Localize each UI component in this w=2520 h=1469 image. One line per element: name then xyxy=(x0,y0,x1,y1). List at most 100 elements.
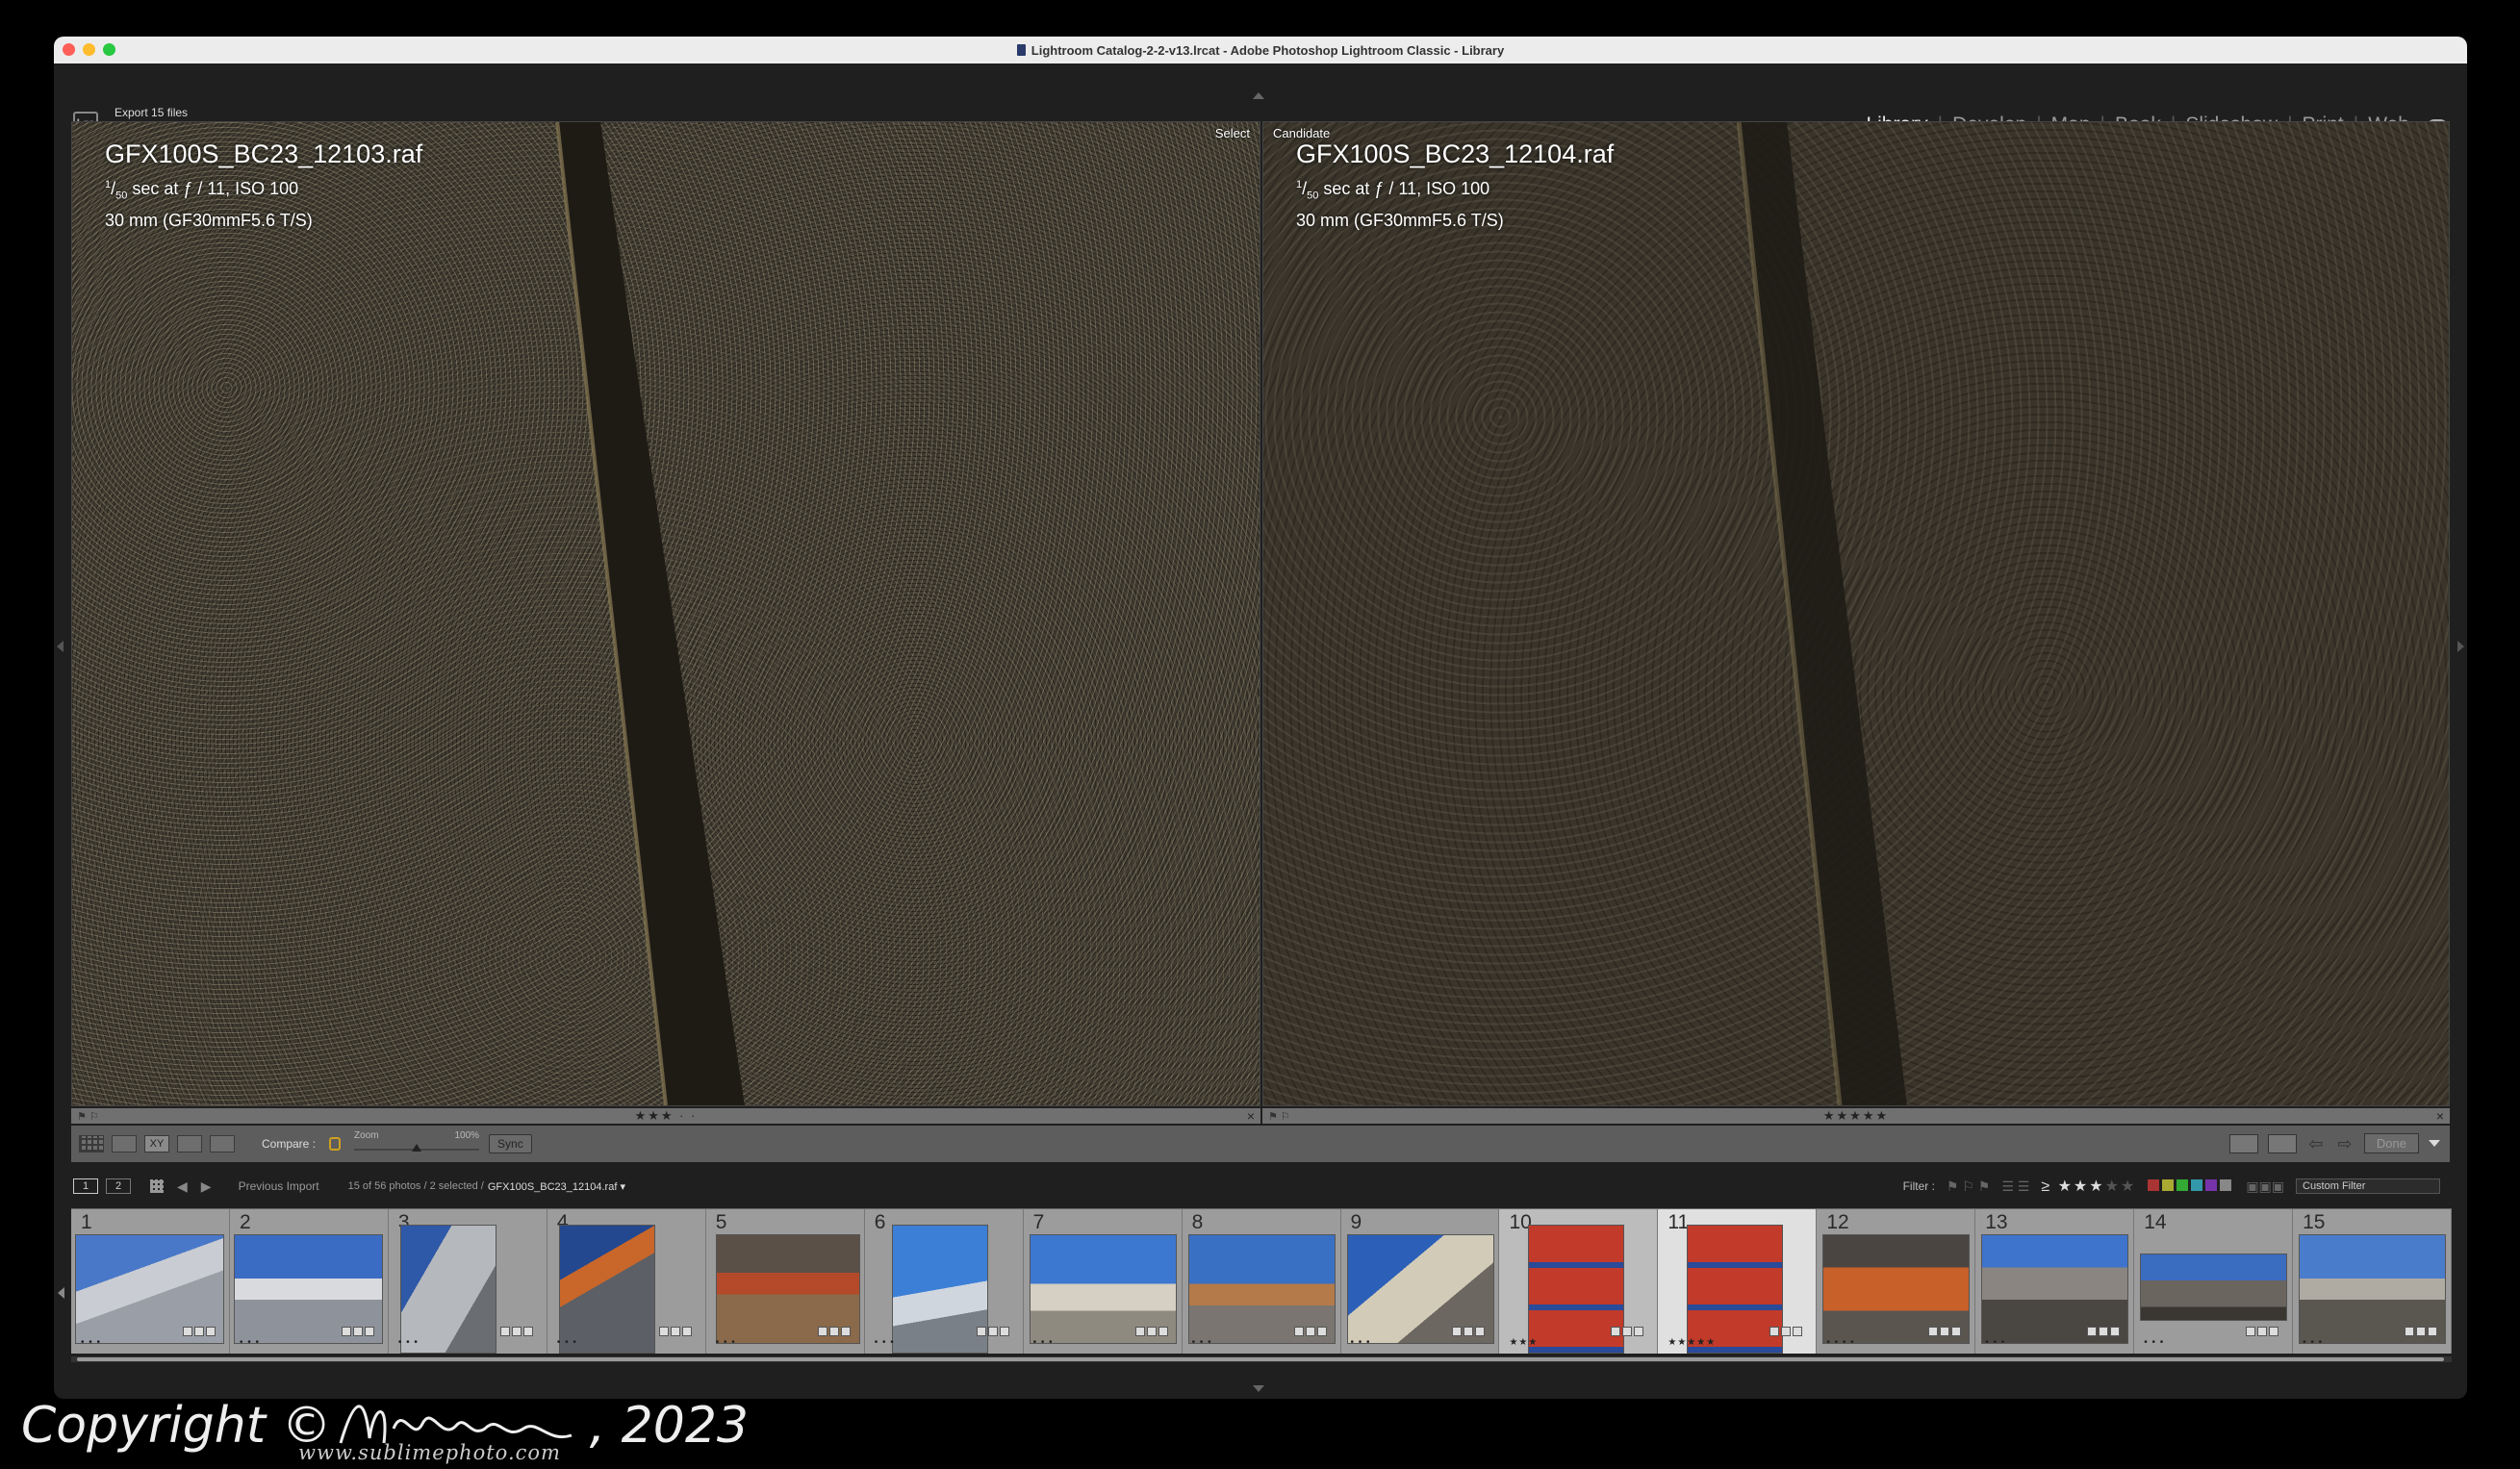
zoom-lock-icon[interactable] xyxy=(329,1137,342,1151)
candidate-rating[interactable]: ★★★★★ xyxy=(1823,1108,1889,1124)
swap-icon[interactable] xyxy=(2228,1133,2258,1153)
filmstrip-cell-3[interactable]: 3 • • • xyxy=(388,1209,547,1354)
filmstrip-cell-6[interactable]: 6 • • • xyxy=(864,1209,1024,1354)
compare-view-icon[interactable]: XY xyxy=(144,1135,169,1152)
thumbnail-rating[interactable]: • • • xyxy=(1033,1337,1054,1348)
survey-view-icon[interactable] xyxy=(177,1135,202,1152)
crop-badge-icon[interactable] xyxy=(1305,1327,1315,1336)
remove-select-button[interactable]: × xyxy=(1247,1108,1255,1124)
make-select-icon[interactable] xyxy=(2267,1133,2297,1153)
secondary-window-button[interactable]: 2 xyxy=(106,1178,131,1194)
back-arrow-icon[interactable]: ◀ xyxy=(177,1178,188,1195)
show-right-panel-arrow-icon[interactable] xyxy=(2457,641,2464,652)
thumbnail-image[interactable] xyxy=(558,1225,655,1354)
thumbnail-rating[interactable]: • • • xyxy=(1985,1337,2005,1348)
minimize-window-button[interactable] xyxy=(83,43,95,56)
develop-badge-icon[interactable] xyxy=(1951,1327,1962,1336)
done-button[interactable]: Done xyxy=(2363,1133,2419,1153)
develop-badge-icon[interactable] xyxy=(205,1327,216,1336)
develop-badge-icon[interactable] xyxy=(2110,1327,2121,1336)
keyword-badge-icon[interactable] xyxy=(658,1327,669,1336)
develop-badge-icon[interactable] xyxy=(2428,1327,2438,1336)
hide-top-panel-arrow-icon[interactable] xyxy=(1253,92,1264,99)
crop-badge-icon[interactable] xyxy=(1781,1327,1792,1336)
select-flag-icon[interactable]: ⚑ ⚐ xyxy=(77,1110,99,1123)
crop-badge-icon[interactable] xyxy=(670,1327,680,1336)
thumbnail-rating[interactable]: • • • xyxy=(398,1337,419,1348)
crop-badge-icon[interactable] xyxy=(352,1327,363,1336)
thumbnail-rating[interactable]: • • • xyxy=(1192,1337,1212,1348)
sync-button[interactable]: Sync xyxy=(489,1134,532,1153)
crop-badge-icon[interactable] xyxy=(1622,1327,1633,1336)
thumbnail-rating[interactable]: • • • • xyxy=(1826,1337,1854,1348)
keyword-badge-icon[interactable] xyxy=(1293,1327,1304,1336)
develop-badge-icon[interactable] xyxy=(1158,1327,1168,1336)
keyword-badge-icon[interactable] xyxy=(976,1327,986,1336)
thumbnail-image[interactable] xyxy=(891,1225,988,1354)
crop-badge-icon[interactable] xyxy=(1940,1327,1950,1336)
thumbnail-image[interactable] xyxy=(399,1225,496,1354)
keyword-badge-icon[interactable] xyxy=(1452,1327,1463,1336)
develop-badge-icon[interactable] xyxy=(840,1327,851,1336)
crop-badge-icon[interactable] xyxy=(1146,1327,1157,1336)
grid-view-small-icon[interactable] xyxy=(150,1179,164,1193)
copy-status-icon[interactable]: ▣▣▣ xyxy=(2246,1178,2284,1195)
filmstrip-cell-4[interactable]: 4 • • • xyxy=(547,1209,706,1354)
candidate-flag-icon[interactable]: ⚑ ⚐ xyxy=(1268,1110,1290,1123)
hide-filmstrip-arrow-icon[interactable] xyxy=(1253,1385,1264,1392)
candidate-image-pane[interactable]: Candidate GFX100S_BC23_12104.raf 1/50 se… xyxy=(1262,121,2450,1106)
toolbar-options-caret-icon[interactable] xyxy=(2429,1140,2440,1147)
develop-badge-icon[interactable] xyxy=(2269,1327,2279,1336)
color-label-swatch-3[interactable] xyxy=(2176,1178,2189,1191)
crop-badge-icon[interactable] xyxy=(1464,1327,1474,1336)
edit-filter-icon[interactable]: ☰ ☰ xyxy=(2001,1178,2029,1195)
keyword-badge-icon[interactable] xyxy=(341,1327,351,1336)
thumbnail-rating[interactable]: • • • xyxy=(1351,1337,1371,1348)
keyword-badge-icon[interactable] xyxy=(1134,1327,1145,1336)
select-rating[interactable]: ★★★ · · xyxy=(635,1108,698,1124)
filmstrip-scrollbar[interactable] xyxy=(71,1356,2452,1362)
crop-badge-icon[interactable] xyxy=(2099,1327,2109,1336)
primary-window-button[interactable]: 1 xyxy=(73,1178,98,1194)
filmstrip-cell-1[interactable]: 1 • • • xyxy=(71,1209,230,1354)
thumbnail-rating[interactable]: • • • xyxy=(240,1337,260,1348)
develop-badge-icon[interactable] xyxy=(364,1327,374,1336)
develop-badge-icon[interactable] xyxy=(999,1327,1009,1336)
keyword-badge-icon[interactable] xyxy=(499,1327,510,1336)
thumbnail-rating[interactable]: • • • xyxy=(716,1337,736,1348)
color-label-swatch-4[interactable] xyxy=(2191,1178,2203,1191)
color-label-filter[interactable] xyxy=(2148,1178,2234,1194)
crop-badge-icon[interactable] xyxy=(511,1327,522,1336)
rating-filter[interactable]: ≥ ★★★★★ xyxy=(2041,1177,2136,1196)
develop-badge-icon[interactable] xyxy=(1475,1327,1486,1336)
crop-badge-icon[interactable] xyxy=(828,1327,839,1336)
keyword-badge-icon[interactable] xyxy=(2405,1327,2415,1336)
develop-badge-icon[interactable] xyxy=(522,1327,533,1336)
keyword-badge-icon[interactable] xyxy=(182,1327,192,1336)
filmstrip-cell-14[interactable]: 14 • • • xyxy=(2134,1209,2294,1354)
forward-arrow-icon[interactable]: ▶ xyxy=(201,1178,212,1195)
filmstrip-cell-11[interactable]: 11 ★★★★★ xyxy=(1658,1209,1818,1354)
zoom-thumb[interactable] xyxy=(412,1144,422,1152)
develop-badge-icon[interactable] xyxy=(1634,1327,1644,1336)
crop-badge-icon[interactable] xyxy=(2257,1327,2268,1336)
show-left-panel-arrow-icon[interactable] xyxy=(57,641,64,652)
filmstrip-cell-7[interactable]: 7 • • • xyxy=(1023,1209,1183,1354)
thumbnail-rating[interactable]: • • • xyxy=(2303,1337,2323,1348)
color-label-swatch-6[interactable] xyxy=(2220,1178,2232,1191)
keyword-badge-icon[interactable] xyxy=(2246,1327,2256,1336)
zoom-slider[interactable]: Zoom 100% xyxy=(354,1129,480,1158)
keyword-badge-icon[interactable] xyxy=(1611,1327,1621,1336)
develop-badge-icon[interactable] xyxy=(1793,1327,1803,1336)
develop-badge-icon[interactable] xyxy=(1316,1327,1327,1336)
color-label-swatch-5[interactable] xyxy=(2205,1178,2218,1191)
filmstrip-cell-12[interactable]: 12 • • • • xyxy=(1817,1209,1976,1354)
keyword-badge-icon[interactable] xyxy=(2087,1327,2098,1336)
keyword-badge-icon[interactable] xyxy=(817,1327,827,1336)
thumbnail-rating[interactable]: ★★★★★ xyxy=(1667,1337,1716,1348)
flag-filter-icon[interactable]: ⚑ ⚐ ⚑ xyxy=(1947,1178,1990,1195)
select-image-pane[interactable]: Select GFX100S_BC23_12103.raf 1/50 sec a… xyxy=(71,121,1260,1106)
close-window-button[interactable] xyxy=(63,43,75,56)
remove-candidate-button[interactable]: × xyxy=(2436,1108,2444,1124)
selected-file[interactable]: GFX100S_BC23_12104.raf ▾ xyxy=(488,1180,625,1193)
